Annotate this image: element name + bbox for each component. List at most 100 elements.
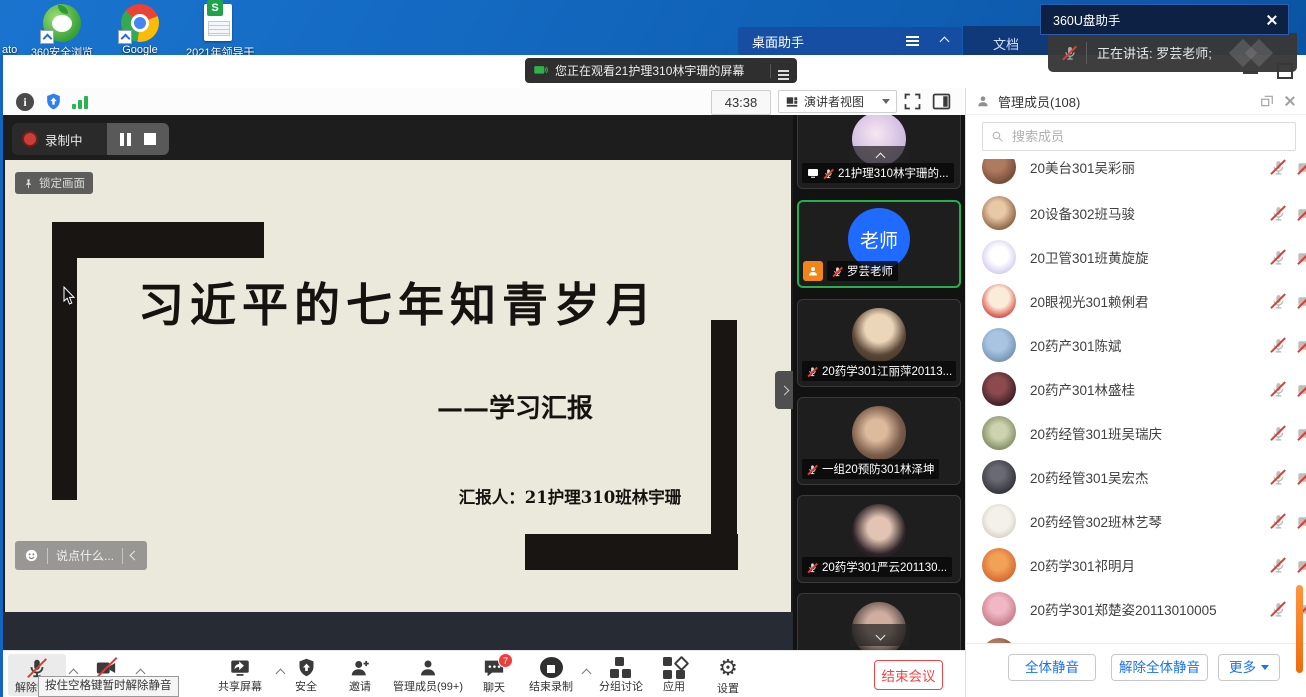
- video-tile-partial[interactable]: [797, 593, 961, 650]
- mic-off-icon[interactable]: [1270, 159, 1287, 176]
- search-input[interactable]: [1010, 128, 1295, 145]
- collapse-chat-icon[interactable]: [130, 551, 140, 561]
- udisk-popup-title: 360U盘助手: [1053, 10, 1266, 29]
- slide-subtitle: ——学习汇报: [365, 388, 665, 425]
- camera-off-icon[interactable]: [1297, 381, 1306, 398]
- mic-off-icon[interactable]: [1270, 513, 1287, 530]
- desktop-icon-360browser[interactable]: 360安全浏览: [30, 4, 94, 60]
- mic-off-icon[interactable]: [1270, 337, 1287, 354]
- lock-view-tooltip[interactable]: 锁定画面: [15, 172, 93, 194]
- scroll-down-overlay[interactable]: [850, 624, 910, 646]
- mic-off-icon[interactable]: [1270, 425, 1287, 442]
- expand-panel-handle[interactable]: [775, 371, 793, 409]
- stop-recording-button[interactable]: 结束录制: [523, 654, 579, 696]
- camera-off-icon[interactable]: [1297, 205, 1306, 222]
- mic-off-icon[interactable]: [1270, 205, 1287, 222]
- quick-chat-bar[interactable]: 说点什么...: [15, 541, 147, 570]
- mic-off-icon[interactable]: [1270, 293, 1287, 310]
- mic-off-icon[interactable]: [1270, 557, 1287, 574]
- camera-off-icon[interactable]: [1297, 159, 1306, 176]
- speaking-toast: 正在讲话: 罗芸老师;: [1048, 33, 1297, 72]
- banner-menu-icon[interactable]: [778, 70, 789, 72]
- fullscreen-icon[interactable]: [902, 91, 923, 112]
- chevron-up-icon[interactable]: [940, 36, 950, 46]
- video-tile[interactable]: 20药学301严云201130...: [797, 495, 961, 583]
- security-button[interactable]: 安全: [283, 654, 329, 696]
- wps-spreadsheet-icon: [204, 4, 232, 41]
- desktop-icon-chrome[interactable]: Google: [108, 4, 172, 56]
- avatar: [982, 240, 1016, 274]
- settings-button[interactable]: 设置: [705, 654, 751, 696]
- member-name: 20药产301陈斌: [1030, 335, 1270, 355]
- mic-off-icon[interactable]: [1270, 601, 1287, 618]
- recording-bar: 录制中: [12, 123, 169, 155]
- apps-icon: [663, 657, 685, 678]
- popout-panel-icon[interactable]: [1260, 94, 1274, 108]
- close-panel-icon[interactable]: [1284, 95, 1296, 107]
- mic-off-icon[interactable]: [1270, 381, 1287, 398]
- member-name: 20美台301吴彩丽: [1030, 159, 1270, 177]
- member-name: 20卫管301班黄旋旋: [1030, 247, 1270, 267]
- mic-off-icon[interactable]: [1270, 249, 1287, 266]
- avatar: [982, 328, 1016, 362]
- avatar: [982, 548, 1016, 582]
- camera-off-icon[interactable]: [1297, 469, 1306, 486]
- video-tile[interactable]: 一组20预防301林泽坤: [797, 397, 961, 485]
- video-tile[interactable]: 20药学301江丽萍20113...: [797, 299, 961, 387]
- stop-recording-button[interactable]: [144, 133, 156, 145]
- mute-all-button[interactable]: 全体静音: [1008, 654, 1096, 681]
- apps-button[interactable]: 应用: [651, 654, 697, 696]
- mouse-cursor: [63, 286, 79, 306]
- members-scrollbar[interactable]: [1296, 585, 1303, 673]
- camera-off-icon[interactable]: [1297, 513, 1306, 530]
- avatar: [852, 406, 906, 460]
- pause-recording-button[interactable]: [120, 133, 131, 146]
- security-shield-icon[interactable]: [44, 92, 63, 111]
- network-signal-icon[interactable]: [72, 96, 89, 109]
- camera-off-icon[interactable]: [1297, 337, 1306, 354]
- dropdown-arrow-icon: [882, 99, 890, 108]
- mic-off-icon[interactable]: [1270, 469, 1287, 486]
- meeting-info-icon[interactable]: [16, 93, 34, 111]
- invite-button[interactable]: 邀请: [337, 654, 383, 696]
- member-row[interactable]: 20药经管301班吴瑞庆: [966, 411, 1306, 455]
- member-row[interactable]: 20美台301吴彩丽: [966, 159, 1306, 189]
- camera-off-icon[interactable]: [1297, 249, 1306, 266]
- desktop-assistant-bar[interactable]: 桌面助手: [738, 27, 962, 55]
- member-row[interactable]: 20药学301祁明月: [966, 543, 1306, 587]
- member-row[interactable]: 20药学301郑楚姿20113010005: [966, 587, 1306, 631]
- pin-icon: [23, 178, 34, 189]
- assistant-bar-title: 桌面助手: [752, 32, 906, 51]
- member-name: 20药经管301班吴瑞庆: [1030, 423, 1270, 443]
- share-screen-button[interactable]: 共享屏幕: [207, 654, 273, 696]
- view-mode-selector[interactable]: 演讲者视图: [778, 90, 897, 113]
- desktop-icon-spreadsheet[interactable]: 2021年领导干: [186, 4, 250, 60]
- close-icon[interactable]: [1266, 14, 1278, 26]
- member-row[interactable]: 20药产301陈斌: [966, 323, 1306, 367]
- more-button[interactable]: 更多: [1218, 654, 1280, 681]
- smiley-icon[interactable]: [24, 548, 39, 563]
- camera-off-icon[interactable]: [1297, 293, 1306, 310]
- video-tile-teacher-active[interactable]: 老师 罗芸老师: [797, 200, 961, 288]
- camera-off-icon[interactable]: [1297, 557, 1306, 574]
- member-row[interactable]: 20药经管302班林艺琴: [966, 499, 1306, 543]
- unmute-all-button[interactable]: 解除全体静音: [1111, 654, 1208, 681]
- end-meeting-button[interactable]: 结束会议: [874, 660, 943, 690]
- member-search-box[interactable]: [982, 122, 1296, 151]
- manage-members-button[interactable]: 管理成员(99+): [389, 654, 467, 696]
- member-row[interactable]: 20药经管301吴宏杰: [966, 455, 1306, 499]
- stop-record-icon: [540, 657, 563, 678]
- member-row[interactable]: 20设备302班马骏: [966, 191, 1306, 235]
- share-bottom-strip: [3, 612, 793, 650]
- chat-input-hint[interactable]: 说点什么...: [56, 547, 114, 564]
- camera-off-icon[interactable]: [1297, 425, 1306, 442]
- video-tile-sharer[interactable]: 21护理310林宇珊的...: [797, 115, 961, 189]
- member-row[interactable]: 20眼视光301赖俐君: [966, 279, 1306, 323]
- menu-icon[interactable]: [906, 36, 919, 38]
- breakout-rooms-button[interactable]: 分组讨论: [589, 654, 653, 696]
- video-thumbnail-column: 21护理310林宇珊的... 老师 罗芸老师 20药学301江丽萍20113..…: [793, 115, 965, 650]
- member-row[interactable]: 20药产301林盛桂: [966, 367, 1306, 411]
- side-panel-toggle-icon[interactable]: [931, 91, 952, 112]
- member-row[interactable]: 20卫管301班黄旋旋: [966, 235, 1306, 279]
- chat-button[interactable]: 7 聊天: [471, 654, 517, 696]
